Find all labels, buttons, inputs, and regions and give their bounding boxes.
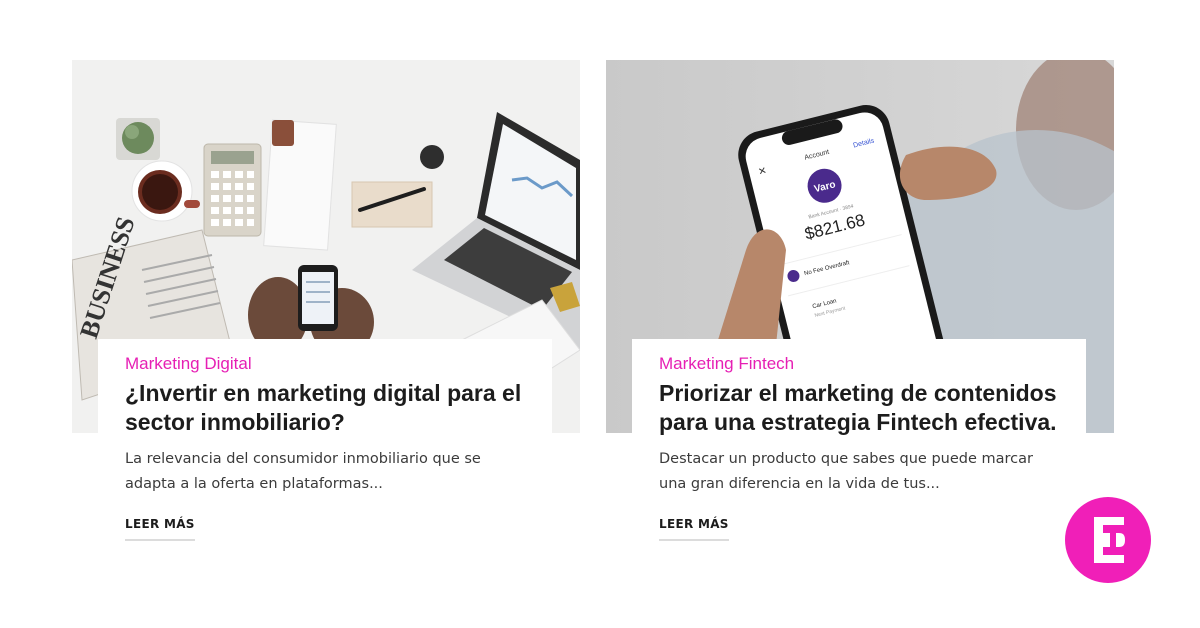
card-category[interactable]: Marketing Digital (125, 353, 526, 375)
card-category[interactable]: Marketing Fintech (659, 353, 1060, 375)
ornament (420, 145, 444, 169)
card-body: Marketing Digital ¿Invertir en marketing… (98, 339, 552, 541)
card-title[interactable]: ¿Invertir en marketing digital para el s… (125, 379, 526, 437)
card-body: Marketing Fintech Priorizar el marketing… (632, 339, 1086, 541)
card-title[interactable]: Priorizar el marketing de contenidos par… (659, 379, 1060, 437)
brand-logo-icon (1094, 517, 1125, 563)
read-more-link[interactable]: LEER MÁS (125, 517, 195, 541)
brand-logo-badge[interactable] (1065, 497, 1151, 583)
read-more-link[interactable]: LEER MÁS (659, 517, 729, 541)
card-excerpt: La relevancia del consumidor inmobiliari… (125, 451, 481, 492)
blog-card-marketing-digital[interactable]: BUSINESS Marketing Digital ¿Invertir en … (72, 60, 580, 541)
card-excerpt: Destacar un producto que sabes que puede… (659, 451, 1033, 492)
blog-card-marketing-fintech[interactable]: Account Details ✕ Varo Bank Account · 38… (606, 60, 1114, 541)
